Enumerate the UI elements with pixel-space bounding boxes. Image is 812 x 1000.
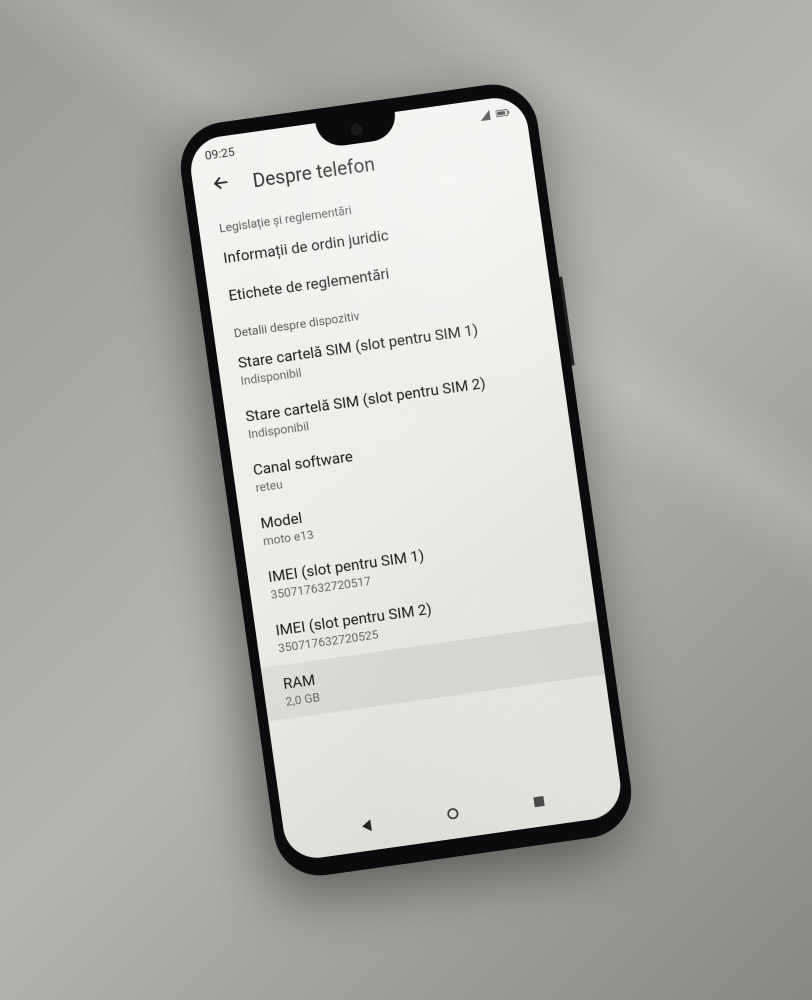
battery-icon bbox=[495, 106, 511, 123]
triangle-back-icon bbox=[358, 817, 377, 839]
arrow-left-icon bbox=[210, 172, 233, 199]
back-button[interactable] bbox=[205, 169, 237, 201]
page-title: Despre telefon bbox=[251, 152, 376, 192]
status-time: 09:25 bbox=[204, 145, 236, 163]
nav-home-button[interactable] bbox=[428, 791, 478, 841]
settings-list[interactable]: Legislație și reglementări Informații de… bbox=[197, 165, 605, 721]
circle-home-icon bbox=[444, 805, 463, 827]
square-recent-icon bbox=[530, 793, 549, 815]
nav-back-button[interactable] bbox=[343, 803, 393, 853]
signal-icon bbox=[477, 108, 493, 125]
nav-recent-button[interactable] bbox=[514, 779, 564, 829]
